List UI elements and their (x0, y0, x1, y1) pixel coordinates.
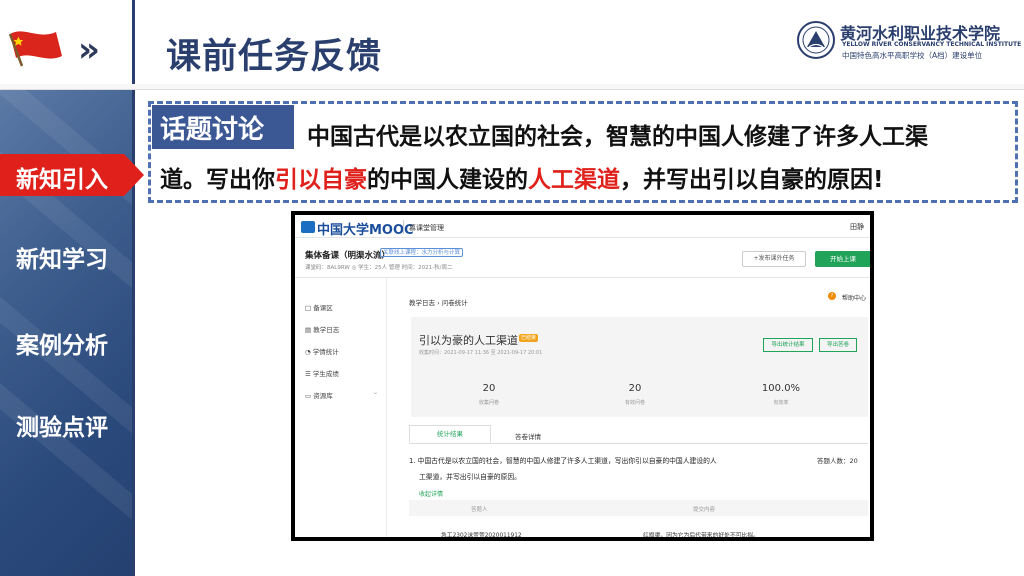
side-item-resources[interactable]: ▭ 资源库 (305, 390, 333, 400)
tab-divider (409, 443, 868, 444)
side-item-label: 教学日志 (313, 326, 340, 334)
text-part: ，并写出引以自豪的原因! (620, 167, 884, 193)
stat-rate-label: 有效率 (773, 400, 789, 406)
chevron-down-icon[interactable]: ⌄ (373, 389, 378, 396)
side-item-grades[interactable]: ☰ 学生成绩 (305, 368, 339, 378)
breadcrumb[interactable]: 教学日志 › 问卷统计 (409, 297, 468, 307)
side-item-log[interactable]: ▤ 教学日志 (305, 324, 339, 334)
discussion-tag: 话题讨论 (152, 105, 294, 149)
side-item-label: 学生成绩 (312, 370, 339, 378)
header-rule (0, 84, 1024, 90)
red-flag-icon (8, 31, 62, 67)
school-subtitle: 中国特色高水平高职学校（A档）建设单位 (842, 51, 983, 60)
divider (295, 237, 870, 238)
page-title: 课前任务反馈 (166, 37, 383, 77)
help-icon: ? (828, 292, 836, 300)
course-link-chip[interactable]: 关联线上课程：水力分析与计算 (380, 248, 464, 257)
mooc-screenshot: 中国大学MOOC 慕课堂管理 田静 集体备课（明渠水流） 关联线上课程：水力分析… (291, 211, 874, 541)
status-badge: 已结束 (519, 334, 539, 342)
question-text-line1: 1. 中国古代是以农立国的社会，智慧的中国人修建了许多人工渠道，写出你引以自豪的… (409, 457, 717, 465)
divider (403, 220, 404, 234)
chevron-right-icon: » (78, 30, 100, 70)
tab-statistics[interactable]: 统计结果 (409, 425, 491, 443)
log-icon: ▤ (305, 326, 312, 334)
table-cell-content: 红旗渠，因为它为后代带来的好处不可比拟。 (643, 533, 759, 539)
slide: » 课前任务反馈 黄河水利职业技术学院 YELLOW RIVER CONSERV… (0, 0, 1024, 576)
question-text-line2: 工渠道，并写出引以自豪的原因。 (419, 473, 521, 481)
sidebar-item-quiz[interactable]: 测验点评 (16, 408, 108, 442)
highlight-canal: 人工渠道 (528, 167, 620, 193)
start-class-button[interactable]: 开始上课 (815, 251, 870, 267)
text-part: 道。写出你 (160, 167, 275, 193)
text-part: 的中国人建设的 (367, 167, 528, 193)
table-header-respondent: 答题人 (471, 507, 488, 513)
course-name: 集体备课（明渠水流） (305, 251, 391, 261)
help-center-link[interactable]: 帮助中心 (842, 293, 866, 302)
export-stats-button[interactable]: 导出统计结果 (763, 338, 813, 352)
stat-collected-label: 收集问卷 (478, 400, 499, 406)
school-logo-icon (797, 21, 835, 59)
publish-task-button[interactable]: +发布课外任务 (742, 251, 806, 267)
grades-icon: ☰ (305, 370, 311, 378)
stat-valid-label: 有效问卷 (624, 400, 645, 406)
export-answers-button[interactable]: 导出答卷 (819, 338, 857, 352)
mooc-sidebar: □ 备课区 ▤ 教学日志 ◔ 学情统计 ☰ 学生成绩 ▭ 资源库 ⌄ (295, 278, 387, 537)
side-item-label: 备课区 (313, 304, 333, 312)
highlight-proud: 引以自豪 (275, 167, 367, 193)
stat-rate-value: 100.0% (761, 383, 801, 394)
discussion-tag-label: 话题讨论 (160, 115, 265, 145)
side-item-label: 资源库 (313, 392, 333, 400)
sidebar-item-case[interactable]: 案例分析 (16, 326, 108, 360)
resources-icon: ▭ (305, 392, 312, 400)
stat-collected-value: 20 (482, 383, 496, 394)
prep-icon: □ (305, 304, 312, 312)
stats-icon: ◔ (305, 348, 311, 356)
table-header-content: 提交内容 (693, 507, 716, 513)
side-item-prep[interactable]: □ 备课区 (305, 302, 333, 312)
user-name[interactable]: 田静 (850, 222, 864, 232)
mooc-nav-manage[interactable]: 慕课堂管理 (409, 223, 444, 233)
sidebar-item-intro[interactable]: 新知引入 (16, 160, 108, 194)
sidebar-item-study[interactable]: 新知学习 (16, 240, 108, 274)
survey-title: 引以为豪的人工渠道 (419, 334, 518, 347)
mooc-brand[interactable]: 中国大学MOOC (317, 219, 414, 238)
mooc-logo-icon (301, 221, 315, 233)
course-meta: 课堂码：8AL9RW ◎ 学生：25人 管理 时间：2021-秋/周二 (305, 265, 453, 271)
discussion-text-line2: 道。写出你引以自豪的中国人建设的人工渠道，并写出引以自豪的原因! (160, 160, 884, 194)
stat-valid-value: 20 (628, 383, 642, 394)
table-cell-respondent: 急工2302沫萱萱2020011912 (441, 533, 522, 539)
answer-count: 答题人数：20 (817, 457, 858, 465)
tab-answer-details[interactable]: 答卷详情 (515, 431, 541, 441)
side-item-label: 学情统计 (312, 348, 339, 356)
side-item-stats[interactable]: ◔ 学情统计 (305, 346, 339, 356)
survey-time: 收集时间：2021-09-17 11:36 至 2021-09-17 20:01 (419, 350, 543, 356)
school-name-en: YELLOW RIVER CONSERVANCY TECHNICAL INSTI… (842, 41, 1022, 48)
discussion-text-line1: 中国古代是以农立国的社会，智慧的中国人修建了许多人工渠 (307, 124, 928, 150)
collapse-details-link[interactable]: 收起详情 (419, 489, 443, 498)
